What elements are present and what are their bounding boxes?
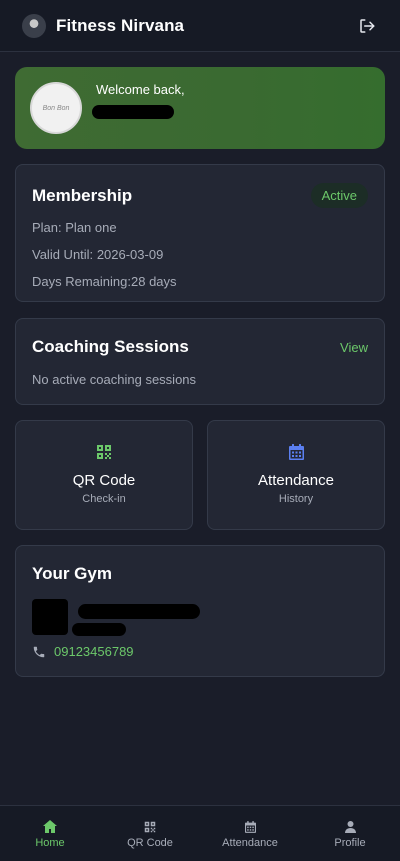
status-badge: Active — [310, 183, 368, 208]
app-title: Fitness Nirvana — [56, 15, 185, 35]
redacted-gym-logo — [32, 599, 68, 635]
days-remaining-label: Days Remaining: — [32, 274, 131, 289]
qr-code-icon — [97, 445, 111, 459]
nav-item-attendance[interactable]: Attendance — [200, 806, 300, 861]
valid-until-label: Valid Until: — [32, 247, 94, 262]
user-icon — [344, 820, 356, 833]
nav-item-profile[interactable]: Profile — [300, 806, 400, 861]
calendar-icon — [244, 820, 256, 833]
plan-value: Plan one — [65, 220, 117, 235]
nav-label-qr-code: QR Code — [127, 836, 173, 849]
logout-icon[interactable] — [358, 17, 376, 35]
attendance-tile[interactable]: Attendance History — [207, 420, 385, 530]
redacted-gym-name — [78, 604, 200, 619]
days-remaining-line: Days Remaining:28 days — [32, 274, 368, 289]
welcome-banner: Bon Bon Welcome back, — [15, 67, 385, 149]
qr-code-tile[interactable]: QR Code Check-in — [15, 420, 193, 530]
welcome-text: Welcome back, — [92, 81, 185, 119]
redacted-gym-address — [72, 623, 126, 636]
avatar-text: Bon Bon — [42, 104, 70, 112]
coaching-empty-text: No active coaching sessions — [32, 372, 197, 387]
nav-label-profile: Profile — [334, 836, 366, 849]
qr-code-tile-title: QR Code — [72, 472, 136, 489]
phone-icon — [33, 646, 45, 657]
nav-item-home[interactable]: Home — [0, 806, 100, 861]
plan-line: Plan: Plan one — [32, 220, 368, 235]
your-gym-title: Your Gym — [32, 564, 112, 583]
valid-until-line: Valid Until: 2026-03-09 — [32, 247, 368, 262]
qr-code-tile-subtitle: Check-in — [82, 493, 126, 505]
nav-label-attendance: Attendance — [222, 836, 278, 849]
nav-label-home: Home — [35, 837, 65, 849]
home-icon — [43, 820, 57, 833]
nav-item-qr-code[interactable]: QR Code — [100, 806, 200, 861]
gym-phone-row[interactable]: 09123456789 — [32, 644, 134, 659]
attendance-tile-subtitle: History — [278, 493, 314, 505]
coaching-title: Coaching Sessions — [32, 337, 189, 356]
qr-code-icon — [144, 821, 156, 832]
app-header: Fitness Nirvana — [0, 0, 400, 52]
redacted-user-name — [92, 104, 174, 119]
valid-until-value: 2026-03-09 — [96, 247, 164, 262]
calendar-icon — [288, 444, 304, 460]
coaching-card: Coaching Sessions View No active coachin… — [15, 318, 385, 405]
membership-title: Membership — [32, 185, 133, 205]
coaching-view-link[interactable]: View — [340, 340, 368, 355]
attendance-tile-title: Attendance — [258, 472, 334, 489]
membership-card: Membership Active Plan: Plan one Valid U… — [15, 164, 385, 302]
your-gym-card: Your Gym 09123456789 — [15, 545, 385, 677]
avatar[interactable]: Bon Bon — [30, 82, 82, 134]
bottom-nav: Home QR Code Attendance Profile — [0, 805, 400, 861]
gym-logo-icon — [22, 13, 46, 38]
welcome-greeting: Welcome back, — [96, 81, 185, 97]
days-remaining-value: 28 days — [131, 274, 177, 289]
gym-phone-number[interactable]: 09123456789 — [54, 644, 134, 659]
plan-label: Plan: — [32, 220, 62, 235]
